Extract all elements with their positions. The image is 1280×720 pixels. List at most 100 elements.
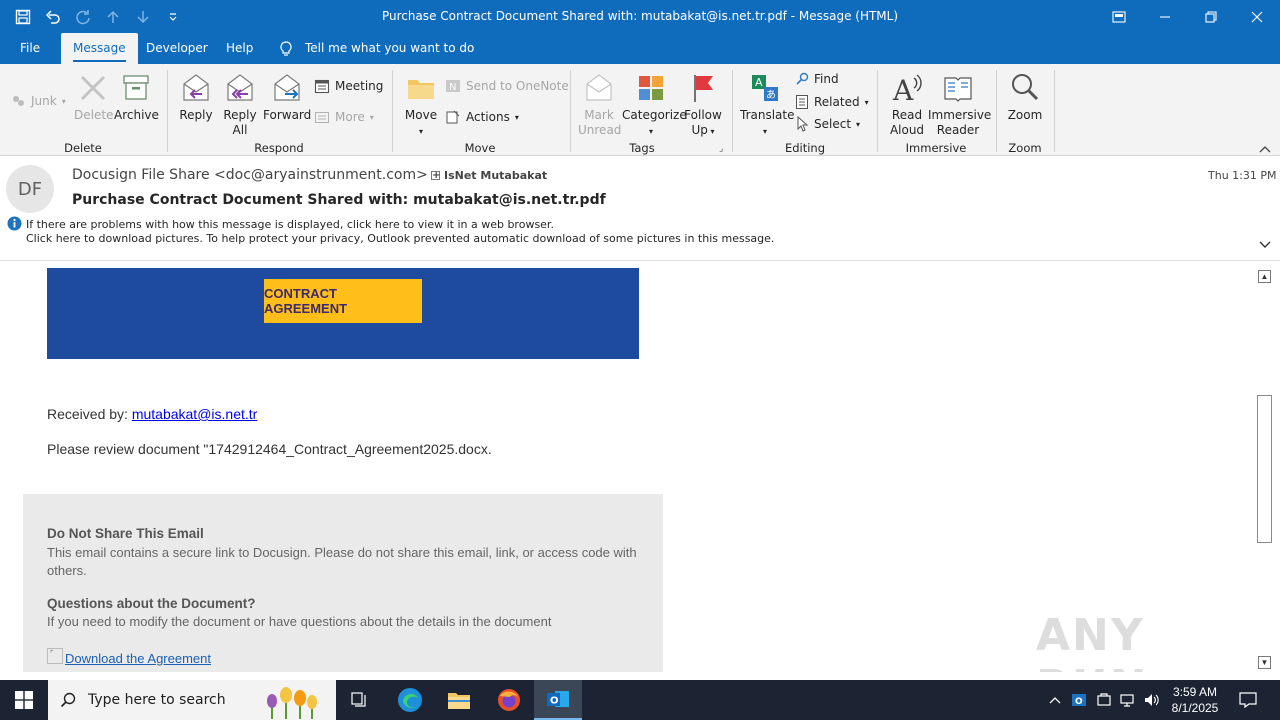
message-header: DF Docusign File Share <doc@aryainstrunm…: [0, 157, 1280, 261]
recipient-name: IsNet Mutabakat: [444, 169, 548, 182]
clock-date: 8/1/2025: [1171, 701, 1219, 715]
move-folder-icon: [408, 80, 434, 99]
actions-label: Actions: [466, 110, 510, 124]
meeting-button[interactable]: Meeting: [314, 76, 383, 96]
find-label: Find: [814, 72, 839, 86]
restore-icon[interactable]: [1188, 0, 1234, 33]
junk-label: Junk: [31, 94, 57, 108]
reply-all-button[interactable]: Reply All: [220, 72, 260, 138]
reply-all-icon: [227, 74, 253, 101]
follow-up-label-2: Up: [691, 123, 708, 137]
edge-icon[interactable]: [386, 680, 434, 720]
read-aloud-button[interactable]: A Read Aloud: [886, 72, 928, 138]
file-explorer-icon[interactable]: [435, 680, 483, 720]
search-icon: [60, 692, 76, 708]
message-body: CONTRACT AGREEMENT Received by: mutabaka…: [0, 262, 1256, 672]
move-group-label: Move: [464, 141, 496, 155]
svg-text:あ: あ: [766, 89, 776, 101]
more-icon: [315, 112, 329, 123]
scroll-down-icon[interactable]: ▼: [1258, 656, 1271, 669]
separator: [732, 70, 733, 152]
recipient[interactable]: + IsNet Mutabakat: [431, 169, 547, 182]
received-by-label: Received by:: [47, 406, 132, 422]
tab-file[interactable]: File: [20, 33, 40, 64]
questions-text: If you need to modify the document or ha…: [47, 614, 552, 629]
reply-button[interactable]: Reply: [176, 72, 216, 123]
delete-button[interactable]: Delete: [74, 72, 113, 123]
questions-title: Questions about the Document?: [47, 596, 256, 611]
tab-message[interactable]: Message: [61, 33, 138, 64]
move-label: Move: [404, 108, 438, 122]
broken-image-icon: ⌜: [47, 648, 63, 664]
tell-me-box[interactable]: Tell me what you want to do: [279, 33, 474, 64]
firefox-icon[interactable]: [485, 680, 533, 720]
tell-me-text: Tell me what you want to do: [305, 41, 475, 55]
tab-developer[interactable]: Developer: [146, 33, 208, 64]
immersive-reader-label-1: Immersive: [928, 108, 992, 122]
send-to-onenote-button[interactable]: N Send to OneNote: [445, 76, 569, 96]
read-aloud-icon: A: [892, 74, 922, 104]
do-not-share-title: Do Not Share This Email: [47, 526, 204, 541]
archive-button[interactable]: Archive: [114, 72, 159, 123]
translate-icon: Aあ: [752, 75, 778, 101]
infobar-web-view[interactable]: If there are problems with how this mess…: [26, 218, 554, 231]
junk-button[interactable]: Junk ▾: [10, 91, 66, 111]
do-not-share-text: This email contains a secure link to Doc…: [47, 545, 637, 578]
tags-group-label: Tags: [629, 141, 655, 155]
ribbon: Junk ▾ Delete Archive Delete Reply Reply …: [0, 64, 1280, 156]
more-respond-button[interactable]: More ▾: [314, 107, 374, 127]
notifications-icon[interactable]: [1230, 680, 1266, 720]
download-agreement-link[interactable]: Download the Agreement: [65, 651, 211, 666]
follow-up-button[interactable]: Follow Up ▾: [682, 72, 724, 139]
related-button[interactable]: Related ▾: [795, 92, 869, 112]
received-time: Thu 1:31 PM: [1208, 169, 1277, 182]
search-placeholder: Type here to search: [88, 692, 226, 708]
minimize-icon[interactable]: [1142, 0, 1188, 33]
zoom-button[interactable]: Zoom: [1004, 72, 1046, 123]
mark-unread-button[interactable]: Mark Unread: [578, 72, 622, 138]
forward-button[interactable]: Forward: [263, 72, 311, 123]
tags-dialog-launcher-icon[interactable]: ⌟: [719, 143, 723, 154]
infobar-download-pictures[interactable]: Click here to download pictures. To help…: [26, 232, 774, 245]
find-button[interactable]: Find: [795, 69, 839, 89]
network-icon[interactable]: [1117, 680, 1137, 720]
tab-help[interactable]: Help: [226, 33, 253, 64]
contract-agreement-button[interactable]: CONTRACT AGREEMENT: [264, 279, 422, 323]
message-scrollbar[interactable]: ▲ ▼: [1256, 268, 1273, 671]
outlook-tray-icon[interactable]: O: [1069, 680, 1089, 720]
categorize-button[interactable]: Categorize ▾: [622, 72, 687, 139]
outlook-taskbar-icon[interactable]: O: [534, 680, 582, 720]
taskbar-search[interactable]: Type here to search: [48, 680, 336, 720]
sender[interactable]: Docusign File Share <doc@aryainstrunment…: [72, 167, 428, 183]
ribbon-display-options-icon[interactable]: [1096, 0, 1142, 33]
select-button[interactable]: Select ▾: [795, 114, 860, 134]
clock[interactable]: 3:59 AM 8/1/2025: [1166, 680, 1224, 720]
show-hidden-icons-icon[interactable]: [1046, 680, 1064, 720]
delete-group-label: Delete: [64, 141, 102, 155]
separator: [1054, 70, 1055, 152]
volume-icon[interactable]: [1140, 680, 1162, 720]
separator: [167, 70, 168, 152]
translate-label: Translate: [740, 108, 795, 122]
email-banner: CONTRACT AGREEMENT: [47, 268, 639, 359]
immersive-reader-button[interactable]: Immersive Reader: [928, 72, 992, 138]
reply-all-label-1: Reply: [223, 108, 257, 122]
actions-button[interactable]: Actions ▾: [445, 107, 519, 127]
task-view-icon[interactable]: [336, 680, 384, 720]
scroll-up-icon[interactable]: ▲: [1258, 270, 1271, 283]
windows-start-icon[interactable]: [0, 680, 48, 720]
close-icon[interactable]: [1234, 0, 1280, 33]
editing-group-label: Editing: [784, 141, 826, 155]
received-email-link[interactable]: mutabakat@is.net.tr: [132, 406, 258, 422]
mark-unread-label-2: Unread: [578, 123, 622, 137]
separator: [570, 70, 571, 152]
expand-header-icon[interactable]: [1259, 238, 1271, 252]
meet-now-icon[interactable]: [1094, 680, 1114, 720]
svg-text:O: O: [550, 696, 559, 707]
move-button[interactable]: Move ▾: [402, 72, 440, 139]
expand-recipient-icon: +: [431, 170, 441, 181]
translate-button[interactable]: Aあ Translate ▾: [740, 72, 795, 139]
taskbar: Type here to search O O 3:59 AM 8/1/2025: [0, 680, 1280, 720]
scroll-thumb[interactable]: [1257, 395, 1272, 543]
collapse-ribbon-icon[interactable]: [1259, 142, 1271, 156]
